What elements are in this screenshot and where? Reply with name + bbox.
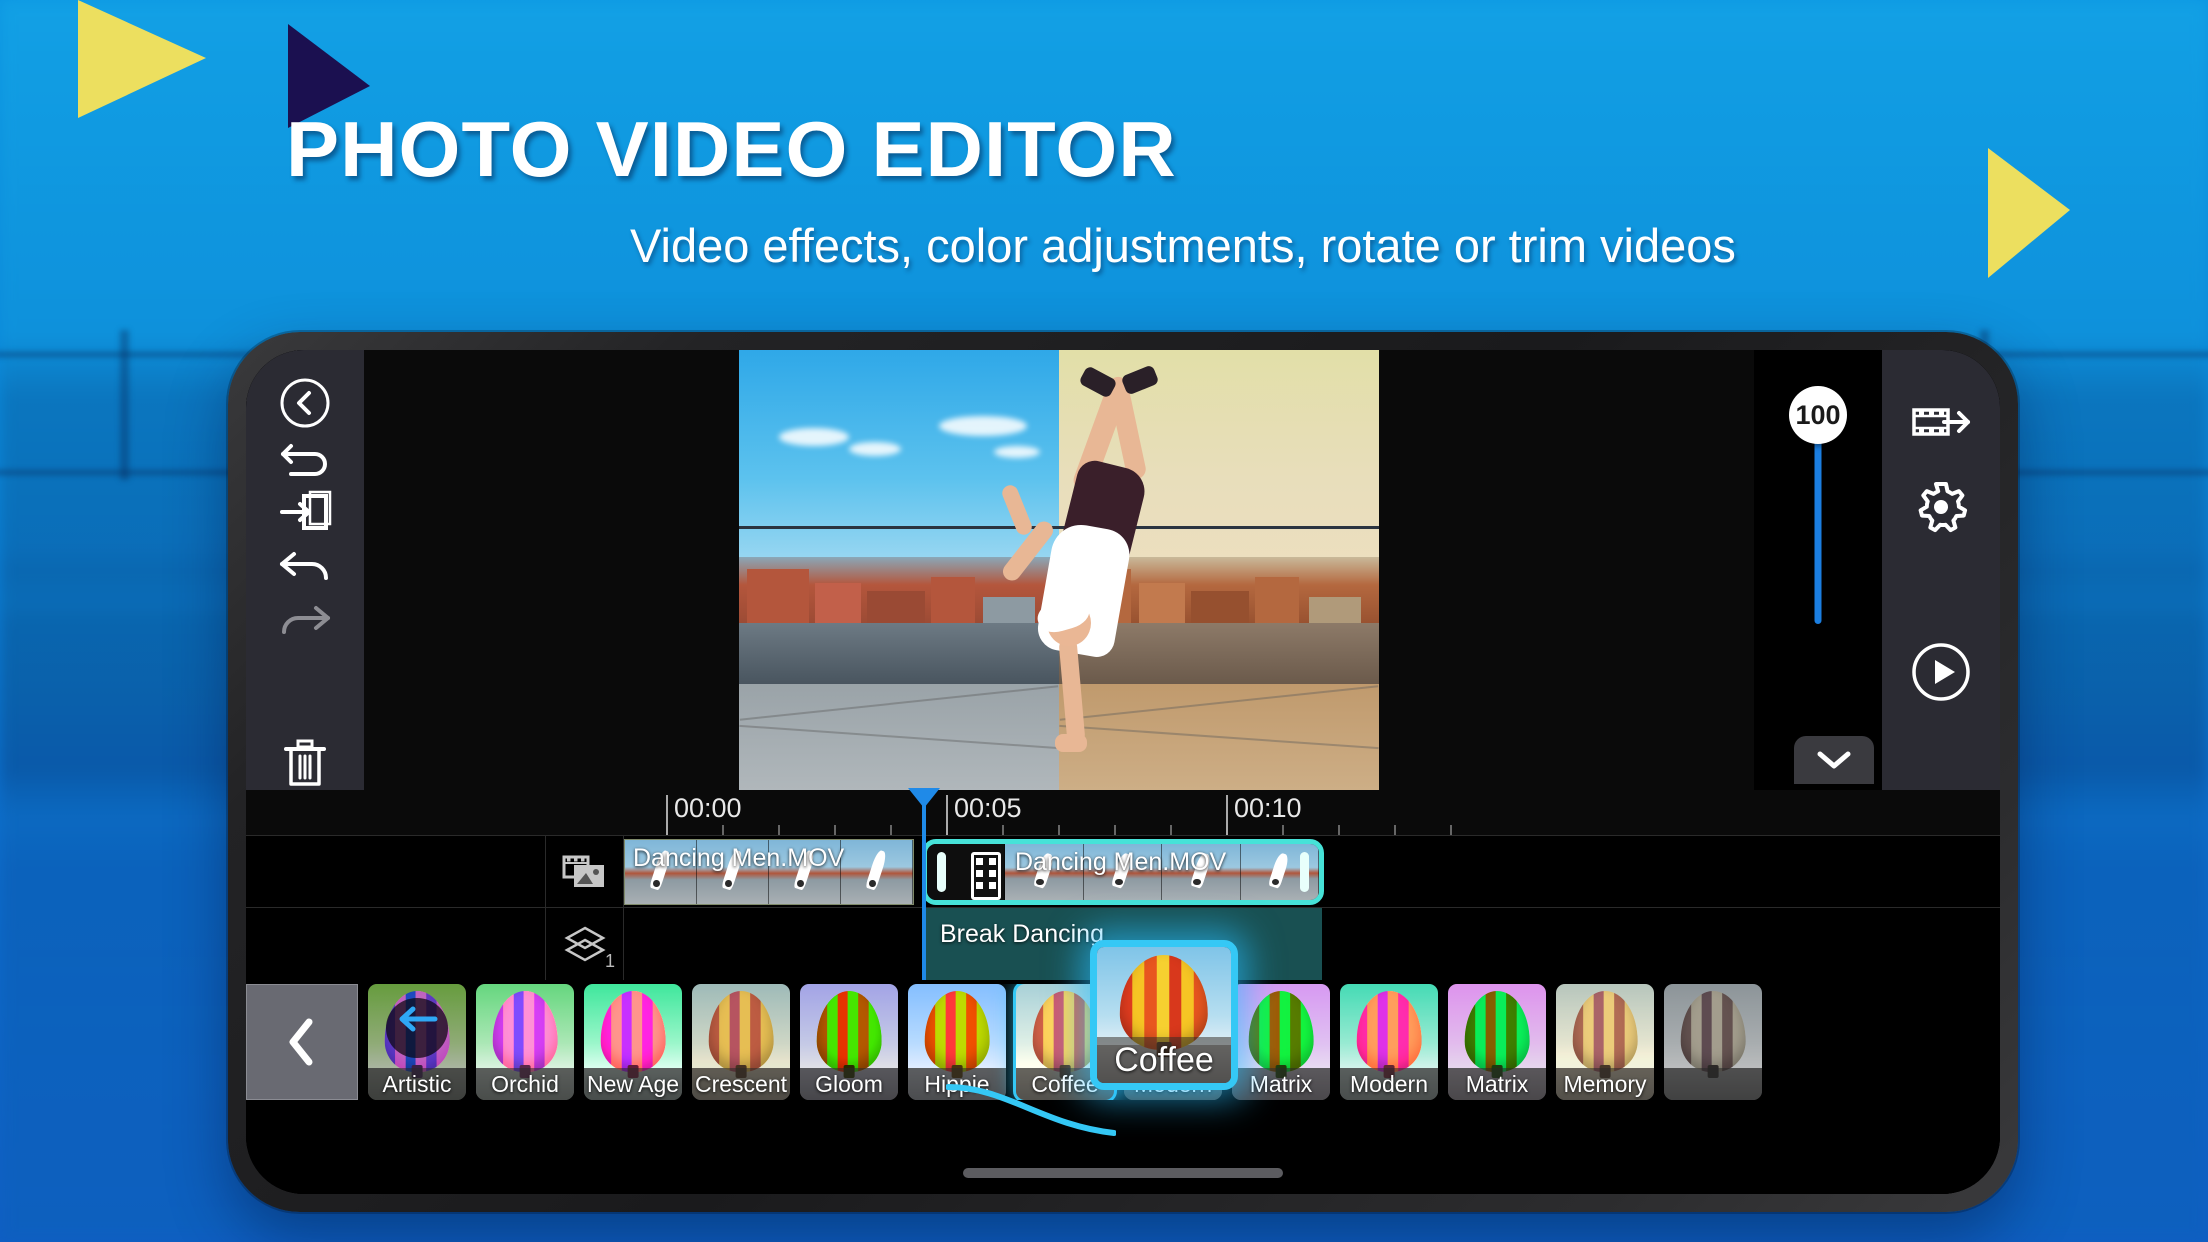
filter-label: New Age xyxy=(584,1068,682,1100)
ruler-label: 00:05 xyxy=(946,795,1022,829)
track-gutter xyxy=(246,836,546,907)
clip-trim-handle-right[interactable] xyxy=(1300,852,1309,892)
layer-number: 1 xyxy=(604,951,615,971)
slider-track[interactable] xyxy=(1814,434,1822,624)
editor-main-area: 100 xyxy=(246,350,2000,790)
filter-item-new-age[interactable]: New Age xyxy=(584,984,682,1100)
app-screen: 100 00:00 00:05 00:10 Dancing Men.MOV Da… xyxy=(246,350,2000,1194)
import-clip-icon[interactable] xyxy=(246,485,364,539)
clip-film-icon xyxy=(971,852,1001,900)
video-preview-area[interactable] xyxy=(364,350,1754,790)
filter-label: Modern xyxy=(1340,1068,1438,1100)
phone-mockup: 100 00:00 00:05 00:10 Dancing Men.MOV Da… xyxy=(228,332,2018,1212)
clip-label: Dancing Men.MOV xyxy=(633,844,845,872)
filter-label: Crescent xyxy=(692,1068,790,1100)
filter-item-gloom[interactable]: Gloom xyxy=(800,984,898,1100)
playhead-handle[interactable] xyxy=(908,788,940,808)
filter-item-matrix[interactable]: Matrix xyxy=(1232,984,1330,1100)
left-toolbar xyxy=(246,350,364,790)
yellow-triangle-decoration-right xyxy=(1988,148,2070,278)
timeline-track-media[interactable]: Dancing Men.MOV Dancing Men.MOV xyxy=(246,836,2000,908)
filter-item-artistic[interactable]: Artistic xyxy=(368,984,466,1100)
yellow-triangle-decoration xyxy=(78,0,206,118)
filter-strip[interactable]: Artistic Orchid New Age Crescent Gloom Hippie… xyxy=(246,940,2000,1141)
export-film-icon[interactable] xyxy=(1882,380,2000,464)
filter-label: Gloom xyxy=(800,1068,898,1100)
filter-item[interactable] xyxy=(1664,984,1762,1100)
back-circle-icon[interactable] xyxy=(246,376,364,430)
chevron-left-icon[interactable] xyxy=(246,984,358,1100)
overlay-clip-label: Break Dancing xyxy=(940,920,1104,948)
timeline-clip[interactable]: Dancing Men.MOV xyxy=(624,839,914,905)
filter-item-modern[interactable]: Modern xyxy=(1340,984,1438,1100)
phone-screen-bezel: 100 00:00 00:05 00:10 Dancing Men.MOV Da… xyxy=(246,350,2000,1194)
filter-item-orchid[interactable]: Orchid xyxy=(476,984,574,1100)
clip-label: Dancing Men.MOV xyxy=(1015,848,1227,876)
promo-headline: PHOTO VIDEO EDITOR xyxy=(286,105,1177,193)
dancer-subject xyxy=(997,364,1160,766)
filter-preview-popup[interactable]: Coffee xyxy=(1090,940,1238,1090)
undo-loop-icon[interactable] xyxy=(246,430,364,484)
filter-label: Orchid xyxy=(476,1068,574,1100)
filter-item-memory[interactable]: Memory xyxy=(1556,984,1654,1100)
ruler-label: 00:00 xyxy=(666,795,742,829)
track-gutter xyxy=(246,908,546,980)
promo-subheadline: Video effects, color adjustments, rotate… xyxy=(630,219,1736,272)
timeline-ruler[interactable]: 00:00 00:05 00:10 xyxy=(246,790,2000,836)
track-body-layer[interactable]: Break Dancing xyxy=(624,908,2000,980)
filter-item-matrix[interactable]: Matrix xyxy=(1448,984,1546,1100)
popup-connector xyxy=(946,1083,1116,1136)
chevron-down-icon[interactable] xyxy=(1794,736,1874,784)
play-icon[interactable] xyxy=(1882,630,2000,714)
filter-label xyxy=(1664,1068,1762,1100)
filter-popup-label: Coffee xyxy=(1097,1037,1231,1083)
arrow-left-icon xyxy=(399,1006,438,1032)
trash-icon[interactable] xyxy=(246,736,364,790)
slider-knob[interactable]: 100 xyxy=(1789,386,1847,444)
home-indicator[interactable] xyxy=(963,1168,1283,1178)
gear-icon[interactable] xyxy=(1882,464,2000,548)
timeline-clip-selected[interactable]: Dancing Men.MOV xyxy=(922,839,1324,905)
filter-item-crescent[interactable]: Crescent xyxy=(692,984,790,1100)
track-body-media[interactable]: Dancing Men.MOV Dancing Men.MOV xyxy=(624,836,2000,907)
ruler-label: 00:10 xyxy=(1226,795,1302,829)
phone-nav-bar xyxy=(246,1140,2000,1194)
video-preview[interactable] xyxy=(739,350,1379,790)
playhead[interactable] xyxy=(908,788,940,980)
right-toolbar xyxy=(1882,350,2000,790)
filter-label: Matrix xyxy=(1232,1068,1330,1100)
redo-arrow-icon[interactable] xyxy=(246,593,364,647)
layers-icon: 1 xyxy=(546,908,624,980)
filter-label: Matrix xyxy=(1448,1068,1546,1100)
clip-trim-handle-left[interactable] xyxy=(937,852,946,892)
undo-arrow-icon[interactable] xyxy=(246,539,364,593)
media-track-icon xyxy=(546,836,624,907)
opacity-slider[interactable]: 100 xyxy=(1754,350,1882,790)
filter-label: Memory xyxy=(1556,1068,1654,1100)
filter-label: Artistic xyxy=(368,1068,466,1100)
background-post xyxy=(120,330,129,480)
